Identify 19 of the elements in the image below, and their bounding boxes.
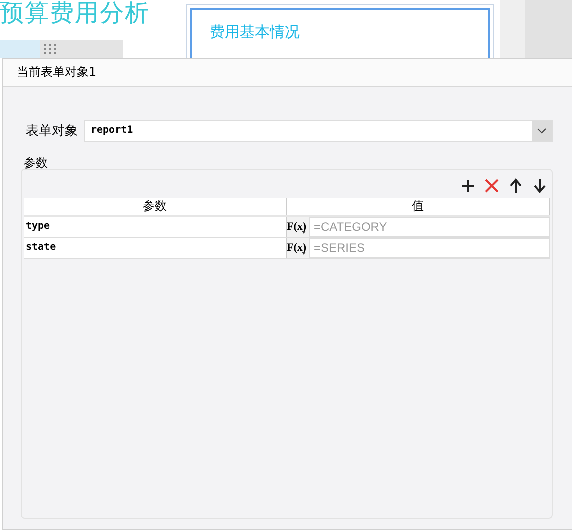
chevron-down-icon	[537, 128, 547, 134]
column-header: 值	[287, 198, 550, 215]
up-arrow-icon[interactable]	[508, 178, 524, 194]
sheet-tab[interactable]	[40, 40, 123, 58]
add-icon[interactable]	[460, 178, 476, 194]
param-name-cell: type	[24, 217, 287, 237]
form-object-dropdown[interactable]: report1	[84, 120, 553, 142]
report-title: 预算费用分析	[0, 0, 150, 29]
grid-icon	[42, 43, 58, 55]
column-header: 参数	[24, 198, 287, 215]
delete-icon[interactable]	[484, 178, 500, 194]
widget-title: 费用基本情况	[210, 23, 300, 41]
dialog-title: 当前表单对象1	[3, 59, 572, 87]
params-legend: 参数	[24, 155, 553, 172]
selected-cell[interactable]	[0, 40, 40, 58]
down-arrow-icon[interactable]	[532, 178, 548, 194]
param-name-cell: state	[24, 238, 287, 258]
form-object-label: 表单对象	[26, 123, 78, 140]
side-panel	[500, 0, 572, 58]
